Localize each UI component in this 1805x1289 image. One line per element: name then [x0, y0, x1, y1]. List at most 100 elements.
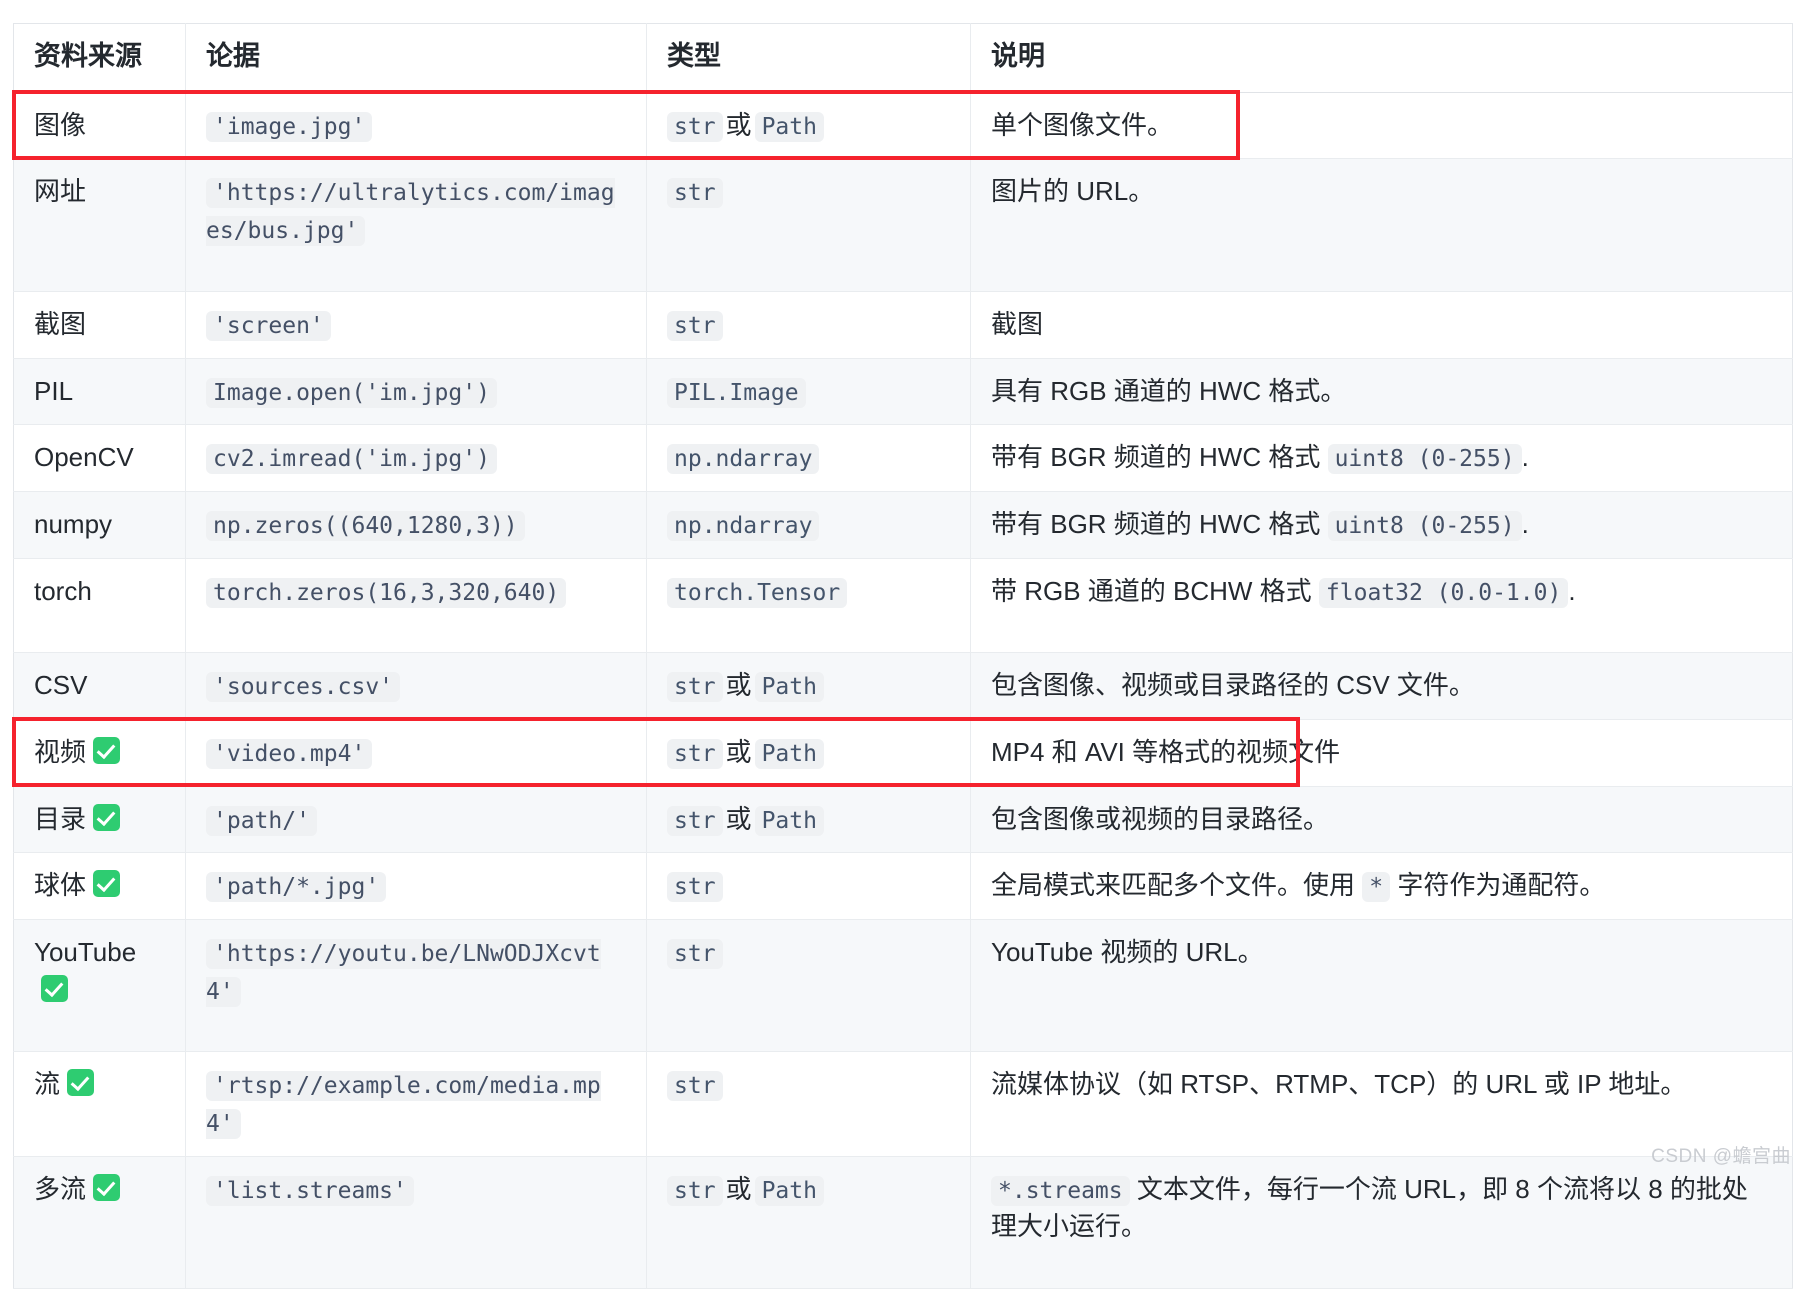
- table-row: 图像 'image.jpg' str 或 Path 单个图像文件。: [13, 92, 1793, 160]
- argument-code: 'image.jpg': [206, 111, 373, 142]
- cell-argument: 'list.streams': [185, 1156, 647, 1289]
- cell-type: str: [646, 1051, 971, 1157]
- cell-argument: cv2.imread('im.jpg'): [185, 424, 647, 492]
- cell-source: 视频: [13, 719, 186, 787]
- table-row: 多流 'list.streams' str 或 Path *.streams 文本文件，每…: [13, 1156, 1793, 1289]
- argument-code: 'video.mp4': [206, 738, 373, 769]
- type-code: str: [667, 1175, 723, 1206]
- page-root: 资料来源 论据 类型 说明 图像'image.jpg' str 或 Path 单个图像文…: [0, 0, 1805, 1289]
- source-table: 资料来源 论据 类型 说明 图像'image.jpg' str 或 Path 单个图像文…: [13, 23, 1793, 1289]
- type-code: str: [667, 178, 723, 209]
- description-text: 包含图像或视频的目录路径。: [991, 803, 1330, 834]
- cell-description: 截图: [970, 291, 1793, 359]
- argument-code: np.zeros((640,1280,3)): [206, 510, 525, 541]
- cell-source: OpenCV: [13, 424, 186, 492]
- cell-source: 目录: [13, 786, 186, 854]
- source-label: PIL: [34, 375, 74, 406]
- description-text: 包含图像、视频或目录路径的 CSV 文件。: [991, 670, 1475, 701]
- source-label: numpy: [34, 508, 113, 539]
- source-label: 目录: [34, 803, 87, 834]
- description-text: MP4 和 AVI 等格式的视频文件: [991, 736, 1341, 767]
- description-inline-code: uint8 (0-255): [1327, 444, 1522, 475]
- table-row: 目录 'path/' str 或 Path 包含图像或视频的目录路径。: [13, 786, 1793, 854]
- table-row: 视频 'video.mp4' str 或 Path MP4 和 AVI 等格式的视频文件: [13, 719, 1793, 787]
- type-separator: 或: [725, 736, 752, 767]
- type-code: str: [667, 872, 723, 903]
- type-code: Path: [754, 672, 824, 703]
- description-inline-code: float32 (0.0-1.0): [1318, 577, 1569, 608]
- cell-argument: 'https://youtu.be/LNwODJXcvt4': [185, 919, 647, 1053]
- argument-code: Image.open('im.jpg'): [206, 377, 497, 408]
- type-code: Path: [754, 1175, 824, 1206]
- cell-source: CSV: [13, 652, 186, 720]
- description-text: *.streams 文本文件，每行一个流 URL，即 8 个流将以 8 的批处理…: [991, 1173, 1748, 1242]
- cell-argument: 'path/*.jpg': [185, 852, 647, 920]
- type-code: str: [667, 111, 723, 142]
- argument-code: 'https://youtu.be/LNwODJXcvt4': [206, 939, 601, 1007]
- description-text: 图片的 URL。: [991, 176, 1155, 207]
- cell-type: str 或 Path: [646, 719, 971, 787]
- argument-code: 'https://ultralytics.com/images/bus.jpg': [206, 178, 615, 247]
- cell-argument: torch.zeros(16,3,320,640): [185, 558, 647, 654]
- type-separator: 或: [725, 109, 752, 140]
- cell-source: numpy: [13, 491, 186, 559]
- cell-type: str 或 Path: [646, 1156, 971, 1289]
- source-label: 流: [34, 1069, 61, 1100]
- cell-description: 带有 BGR 频道的 HWC 格式 uint8 (0-255).: [970, 424, 1793, 492]
- description-text: 带有 BGR 频道的 HWC 格式 uint8 (0-255).: [991, 508, 1529, 541]
- cell-type: np.ndarray: [646, 491, 971, 559]
- description-text: 带 RGB 通道的 BCHW 格式 float32 (0.0-1.0).: [991, 575, 1576, 608]
- type-code: Path: [754, 805, 824, 836]
- cell-source: 截图: [13, 291, 186, 359]
- cell-source: 图像: [13, 92, 186, 160]
- description-text: 流媒体协议（如 RTSP、RTMP、TCP）的 URL 或 IP 地址。: [991, 1069, 1687, 1100]
- table-row: numpy np.zeros((640,1280,3)) np.ndarray 带有 …: [13, 491, 1793, 559]
- table-row: OpenCV cv2.imread('im.jpg') np.ndarray 带有 B…: [13, 424, 1793, 492]
- description-text: 带有 BGR 频道的 HWC 格式 uint8 (0-255).: [991, 442, 1529, 475]
- type-separator: 或: [725, 803, 752, 834]
- cell-argument: Image.open('im.jpg'): [185, 358, 647, 426]
- cell-description: 带有 BGR 频道的 HWC 格式 uint8 (0-255).: [970, 491, 1793, 559]
- type-separator: 或: [725, 1173, 752, 1204]
- description-inline-code: uint8 (0-255): [1327, 510, 1522, 541]
- cell-argument: np.zeros((640,1280,3)): [185, 491, 647, 559]
- table-row: 球体 'path/*.jpg' str 全局模式来匹配多个文件。使用 * 字符作为通配…: [13, 852, 1793, 920]
- table-row: 截图 'screen' str 截图: [13, 291, 1793, 359]
- source-label: 网址: [34, 176, 87, 207]
- cell-description: MP4 和 AVI 等格式的视频文件: [970, 719, 1793, 787]
- table-row: CSV 'sources.csv' str 或 Path 包含图像、视频或目录路径的 CS…: [13, 652, 1793, 720]
- check-mark-icon: [67, 1069, 95, 1097]
- description-text: 具有 RGB 通道的 HWC 格式。: [991, 375, 1347, 406]
- type-code: PIL.Image: [667, 377, 806, 408]
- type-code: str: [667, 672, 723, 703]
- type-code: torch.Tensor: [667, 577, 848, 608]
- description-inline-code: *.streams: [991, 1175, 1130, 1206]
- type-code: str: [667, 738, 723, 769]
- description-text: 截图: [991, 308, 1044, 339]
- cell-argument: 'video.mp4': [185, 719, 647, 787]
- check-mark-icon: [93, 1173, 121, 1201]
- cell-source: 多流: [13, 1156, 186, 1289]
- cell-type: torch.Tensor: [646, 558, 971, 654]
- cell-type: np.ndarray: [646, 424, 971, 492]
- source-label: YouTube: [34, 937, 137, 967]
- cell-type: str: [646, 291, 971, 359]
- cell-source: YouTube: [13, 919, 186, 1053]
- type-code: Path: [754, 738, 824, 769]
- check-mark-icon: [41, 974, 68, 1002]
- table-header: 资料来源 论据 类型 说明: [13, 23, 1793, 93]
- cell-description: 图片的 URL。: [970, 158, 1793, 292]
- argument-code: 'path/': [206, 805, 317, 836]
- check-mark-icon: [93, 803, 121, 831]
- cell-argument: 'https://ultralytics.com/images/bus.jpg': [185, 158, 647, 292]
- type-code: np.ndarray: [667, 444, 820, 475]
- type-separator: 或: [725, 670, 752, 701]
- cell-description: 具有 RGB 通道的 HWC 格式。: [970, 358, 1793, 426]
- source-table-container: 资料来源 论据 类型 说明 图像'image.jpg' str 或 Path 单个图像文…: [13, 23, 1793, 1289]
- column-header-source: 资料来源: [13, 23, 186, 93]
- cell-source: 球体: [13, 852, 186, 920]
- cell-type: str: [646, 852, 971, 920]
- cell-description: 单个图像文件。: [970, 92, 1793, 160]
- column-header-argument: 论据: [185, 23, 647, 93]
- cell-description: 全局模式来匹配多个文件。使用 * 字符作为通配符。: [970, 852, 1793, 920]
